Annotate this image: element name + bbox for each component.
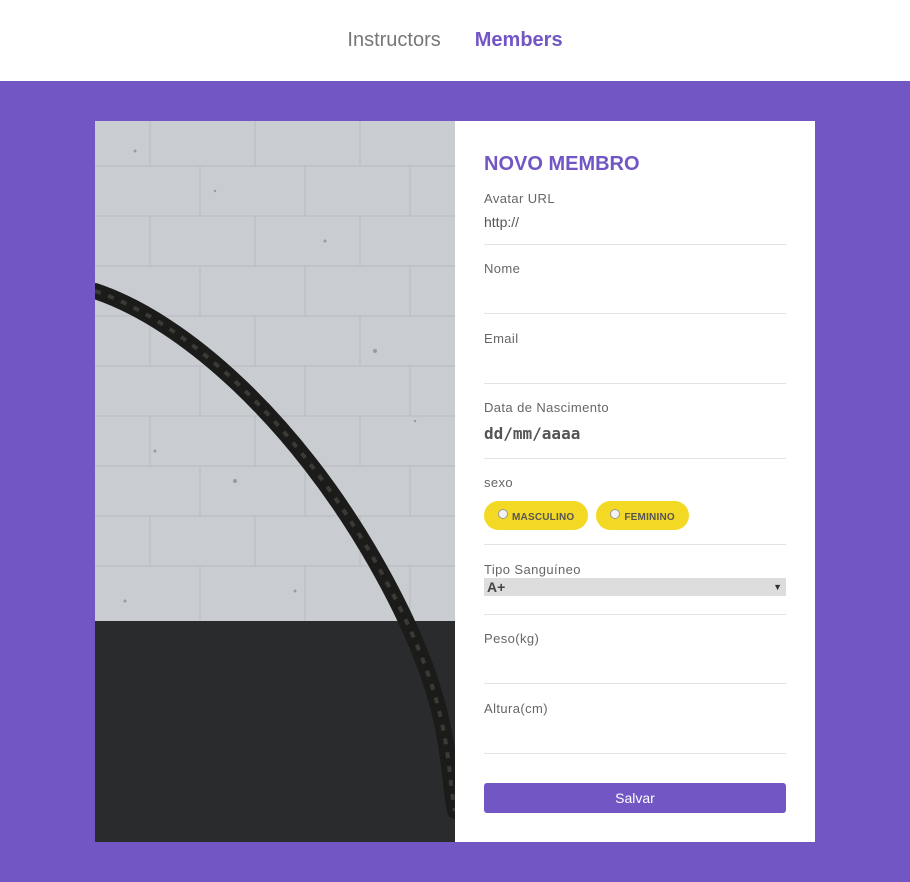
height-field: Altura(cm) bbox=[484, 701, 786, 754]
gender-options: MASCULINO FEMININO bbox=[484, 501, 786, 530]
gender-option-feminino[interactable]: FEMININO bbox=[596, 501, 689, 530]
gender-option-label: FEMININO bbox=[624, 511, 675, 523]
member-card: NOVO MEMBRO Avatar URL Nome Email Data d… bbox=[95, 121, 815, 842]
blood-type-select[interactable]: A+ ▼ bbox=[484, 578, 786, 596]
gender-field: sexo MASCULINO FEMININO bbox=[484, 475, 786, 545]
weight-input[interactable] bbox=[484, 651, 786, 673]
avatar-label: Avatar URL bbox=[484, 191, 555, 206]
radio-feminino[interactable] bbox=[610, 508, 621, 519]
birth-date-input[interactable]: dd/mm/aaaa bbox=[484, 422, 786, 446]
nav-members-link[interactable]: Members bbox=[475, 29, 563, 52]
new-member-form: NOVO MEMBRO Avatar URL Nome Email Data d… bbox=[455, 121, 815, 842]
gender-option-label: MASCULINO bbox=[512, 511, 575, 523]
battle-rope-photo bbox=[95, 121, 455, 842]
name-field: Nome bbox=[484, 261, 786, 314]
email-input[interactable] bbox=[484, 351, 786, 373]
gender-label: sexo bbox=[484, 475, 514, 490]
height-input[interactable] bbox=[484, 721, 786, 743]
chevron-down-icon: ▼ bbox=[773, 582, 782, 592]
top-nav: Instructors Members bbox=[0, 0, 910, 81]
avatar-field: Avatar URL bbox=[484, 191, 786, 245]
weight-label: Peso(kg) bbox=[484, 631, 540, 646]
save-button[interactable]: Salvar bbox=[484, 783, 786, 813]
avatar-url-input[interactable] bbox=[484, 211, 786, 233]
weight-field: Peso(kg) bbox=[484, 631, 786, 684]
birth-date-field: Data de Nascimento dd/mm/aaaa bbox=[484, 400, 786, 459]
email-label: Email bbox=[484, 331, 519, 346]
name-input[interactable] bbox=[484, 281, 786, 303]
birth-date-label: Data de Nascimento bbox=[484, 400, 609, 415]
email-field: Email bbox=[484, 331, 786, 384]
radio-masculino[interactable] bbox=[498, 508, 508, 519]
height-label: Altura(cm) bbox=[484, 701, 548, 716]
nav-instructors-link[interactable]: Instructors bbox=[347, 29, 440, 52]
blood-type-value: A+ bbox=[487, 579, 506, 595]
form-title: NOVO MEMBRO bbox=[484, 153, 640, 175]
name-label: Nome bbox=[484, 261, 521, 276]
blood-type-label: Tipo Sanguíneo bbox=[484, 562, 581, 577]
gender-option-masculino[interactable]: MASCULINO bbox=[484, 501, 589, 530]
blood-type-field: Tipo Sanguíneo A+ ▼ bbox=[484, 562, 786, 615]
